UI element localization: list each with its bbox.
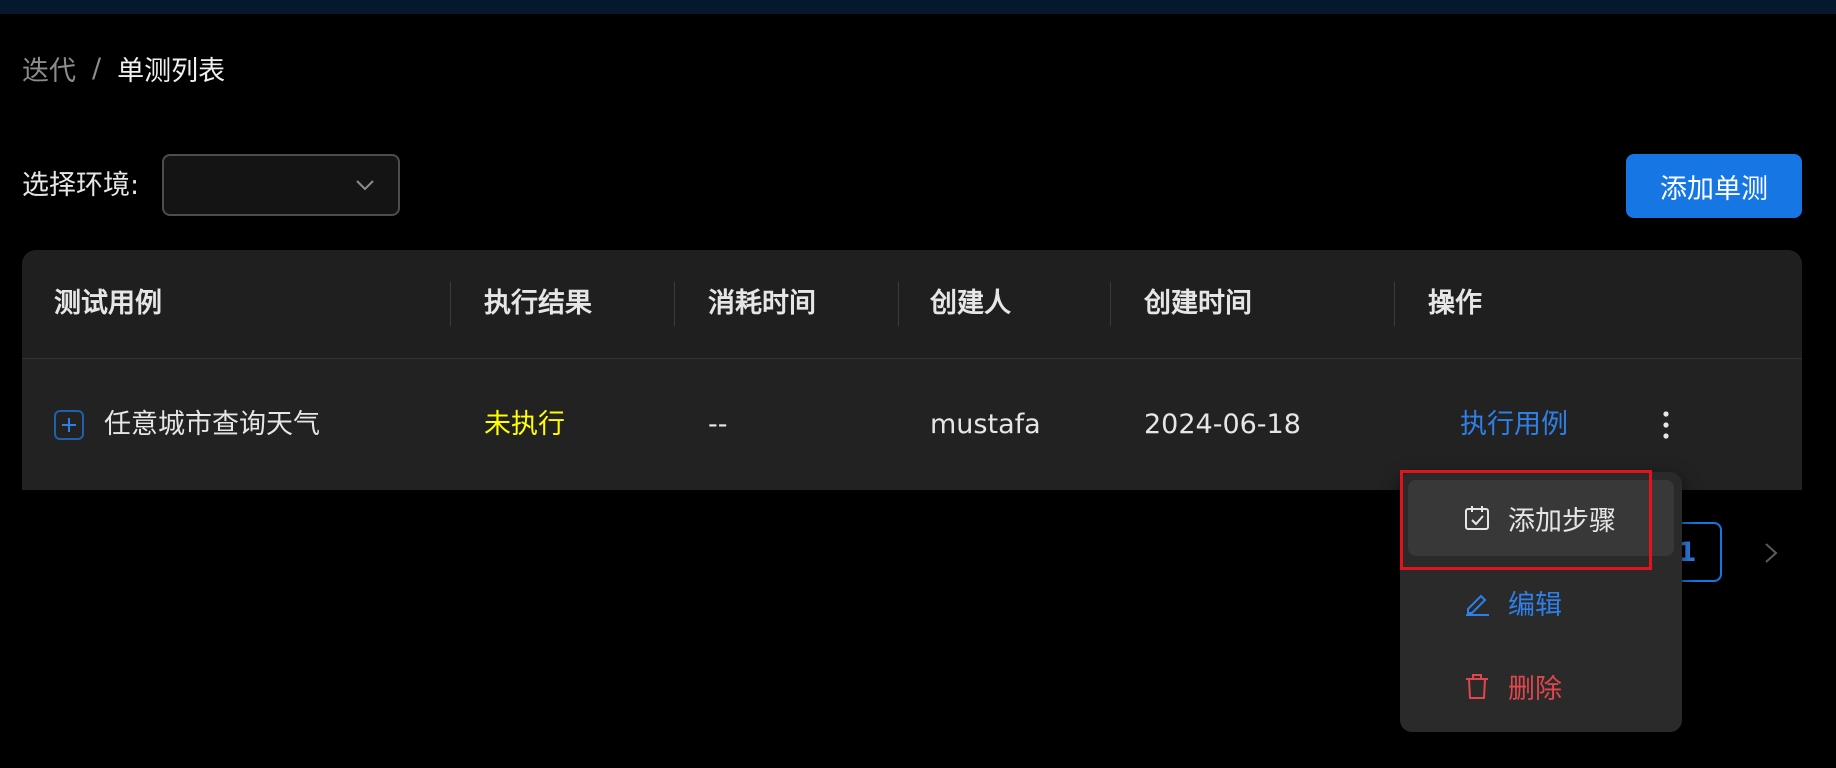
column-divider xyxy=(898,282,899,326)
expand-row-icon[interactable] xyxy=(54,410,84,440)
column-header-created-time: 创建时间 xyxy=(1144,288,1252,319)
breadcrumb-separator: / xyxy=(92,52,102,84)
column-divider xyxy=(450,282,451,326)
env-select[interactable] xyxy=(162,154,400,216)
column-divider xyxy=(1394,282,1395,326)
column-header-duration: 消耗时间 xyxy=(708,288,816,319)
created-date: 2024-06-18 xyxy=(1144,409,1301,440)
top-bar xyxy=(0,0,1836,14)
more-actions-button[interactable] xyxy=(1646,403,1686,447)
menu-item-label: 删除 xyxy=(1508,673,1562,705)
column-header-test-case: 测试用例 xyxy=(54,288,162,319)
duration-value: -- xyxy=(708,409,728,440)
trash-icon xyxy=(1466,674,1488,699)
column-header-actions: 操作 xyxy=(1428,288,1482,319)
add-unit-test-button[interactable]: 添加单测 xyxy=(1626,154,1802,218)
pencil-icon xyxy=(1466,594,1489,616)
env-select-label: 选择环境: xyxy=(22,170,140,201)
status-badge: 未执行 xyxy=(484,409,565,440)
breadcrumb-current: 单测列表 xyxy=(117,55,226,87)
chevron-down-icon xyxy=(356,180,374,191)
menu-item-edit[interactable]: 编辑 xyxy=(1408,564,1674,640)
menu-item-delete[interactable]: 删除 xyxy=(1408,648,1674,724)
menu-item-add-step[interactable]: 添加步骤 xyxy=(1408,480,1674,556)
column-divider xyxy=(674,282,675,326)
menu-item-label: 编辑 xyxy=(1508,589,1562,621)
calendar-check-icon xyxy=(1465,506,1489,530)
test-case-name: 任意城市查询天气 xyxy=(104,409,320,440)
breadcrumb: 迭代 / 单测列表 xyxy=(22,48,225,88)
table-row: 任意城市查询天气 未执行 -- mustafa 2024-06-18 执行用例 xyxy=(22,359,1802,490)
menu-item-label: 添加步骤 xyxy=(1508,505,1616,537)
column-header-creator: 创建人 xyxy=(930,288,1011,319)
chevron-right-icon[interactable] xyxy=(1756,536,1786,570)
creator-name: mustafa xyxy=(930,409,1041,440)
actions-dropdown-menu: 添加步骤 编辑 删除 xyxy=(1400,472,1682,732)
column-header-result: 执行结果 xyxy=(484,288,592,319)
table-header: 测试用例 执行结果 消耗时间 创建人 创建时间 操作 xyxy=(22,250,1802,359)
plus-icon xyxy=(62,418,76,432)
run-test-case-link[interactable]: 执行用例 xyxy=(1460,359,1568,490)
breadcrumb-iteration[interactable]: 迭代 xyxy=(22,49,76,88)
unit-test-table: 测试用例 执行结果 消耗时间 创建人 创建时间 操作 任意城市查询天气 未执行 … xyxy=(22,250,1802,490)
column-divider xyxy=(1110,282,1111,326)
more-vertical-icon xyxy=(1663,411,1669,439)
